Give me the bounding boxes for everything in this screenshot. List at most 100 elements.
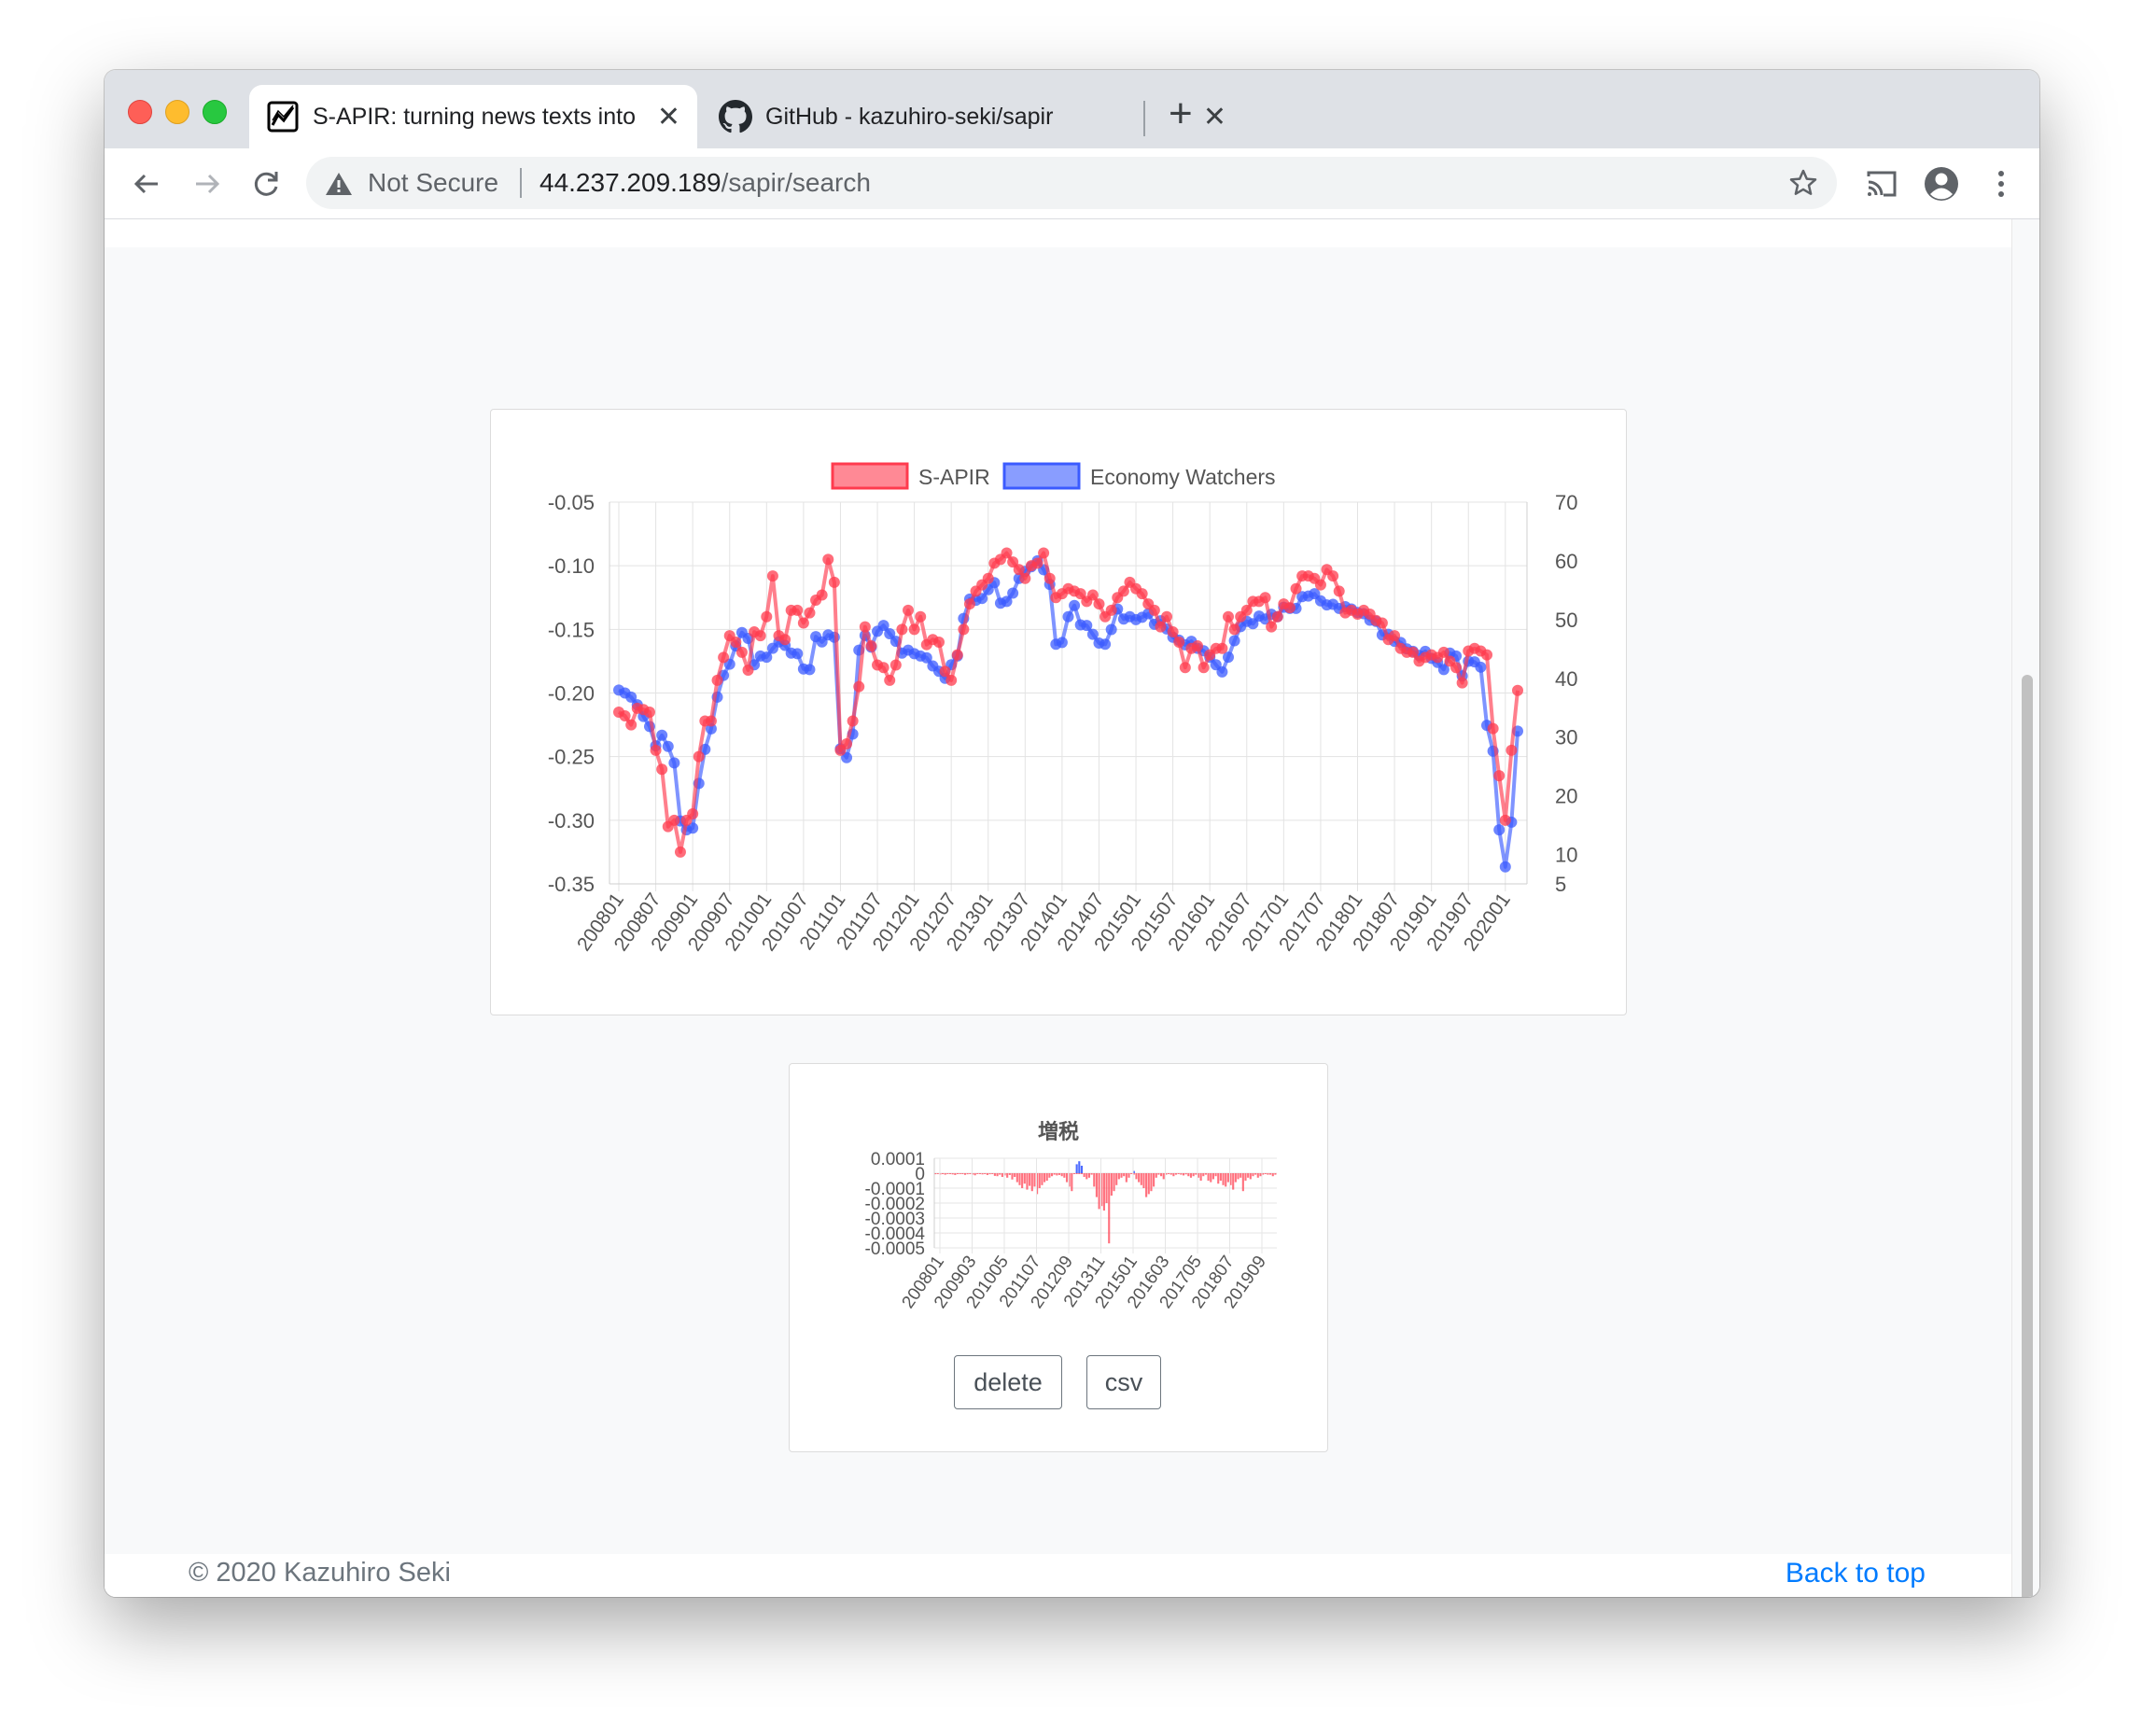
delete-button[interactable]: delete: [954, 1355, 1062, 1409]
bar: [1105, 1173, 1108, 1203]
bar: [1063, 1173, 1066, 1178]
scrollbar-thumb[interactable]: [2022, 675, 2033, 1597]
bar: [1026, 1173, 1029, 1190]
chart-title: 増税: [1038, 1120, 1079, 1144]
bar: [993, 1173, 996, 1176]
scrollbar[interactable]: [2011, 219, 2039, 1597]
bar: [1038, 1173, 1041, 1188]
bar: [1222, 1173, 1225, 1185]
bar: [1018, 1173, 1021, 1185]
data-point: [1481, 649, 1493, 661]
browser-toolbar: Not Secure 44.237.209.189/sapir/search: [105, 148, 2039, 219]
legend-swatch: [831, 462, 909, 490]
data-point: [754, 630, 766, 642]
data-point: [1148, 604, 1160, 616]
new-tab-button[interactable]: +: [1169, 91, 1193, 137]
legend-swatch: [1002, 462, 1081, 490]
data-point: [1093, 598, 1105, 610]
tab-close-icon[interactable]: ✕: [657, 101, 680, 133]
tab-sapir[interactable]: S-APIR: turning news texts into ✕: [249, 85, 697, 148]
legend-label: S-APIR: [918, 465, 990, 489]
profile-avatar-icon[interactable]: [1923, 165, 1960, 203]
data-point: [656, 729, 668, 741]
bar: [1212, 1173, 1214, 1180]
data-point: [1069, 599, 1081, 611]
bar: [1199, 1173, 1202, 1181]
data-point: [822, 553, 834, 566]
bar: [936, 1173, 939, 1174]
bar: [1115, 1173, 1118, 1185]
bar: [1060, 1173, 1063, 1177]
bar: [948, 1173, 952, 1174]
bar: [963, 1173, 967, 1175]
csv-button[interactable]: csv: [1086, 1355, 1161, 1409]
bar: [1267, 1173, 1269, 1175]
back-to-top-link[interactable]: Back to top: [1786, 1558, 1926, 1589]
tab-title: GitHub - kazuhiro-seki/sapir: [765, 103, 1054, 130]
data-point: [730, 636, 742, 648]
reload-icon[interactable]: [247, 165, 285, 203]
line-chart: S-APIR Economy Watchers -0.05 -0.10 -0.15 -0.…: [548, 462, 1577, 955]
cast-icon[interactable]: [1863, 165, 1900, 203]
bar: [1237, 1173, 1240, 1180]
menu-kebab-icon[interactable]: [1982, 165, 2020, 203]
close-window-button[interactable]: [128, 100, 152, 124]
data-point: [1333, 585, 1345, 597]
data-point: [766, 570, 778, 582]
bar: [1056, 1173, 1058, 1176]
bar: [1259, 1173, 1262, 1177]
data-point: [1499, 814, 1511, 826]
bar: [1167, 1173, 1170, 1174]
data-point: [1222, 610, 1234, 623]
bar: [1232, 1173, 1235, 1190]
bar: [1041, 1173, 1043, 1185]
data-point: [865, 640, 877, 652]
tab-github[interactable]: GitHub - kazuhiro-seki/sapir ✕: [702, 85, 1243, 148]
bar: [1113, 1173, 1115, 1192]
data-point: [1216, 642, 1228, 654]
data-point: [761, 610, 773, 623]
bar: [1249, 1173, 1252, 1180]
data-point: [1283, 602, 1296, 614]
data-point: [804, 664, 816, 676]
bar: [1117, 1173, 1120, 1180]
zoom-window-button[interactable]: [203, 100, 227, 124]
bar: [1153, 1173, 1156, 1187]
bar: [1234, 1173, 1237, 1183]
bookmark-star-icon[interactable]: [1788, 168, 1818, 198]
y-right-tick-label: 20: [1555, 785, 1577, 808]
url-text[interactable]: 44.237.209.189/sapir/search: [539, 168, 871, 198]
bar: [1155, 1173, 1157, 1178]
data-point: [1019, 572, 1031, 584]
bar: [951, 1173, 954, 1175]
bar: [1043, 1173, 1046, 1183]
copyright-text: © 2020 Kazuhiro Seki: [189, 1558, 451, 1588]
forward-arrow-icon[interactable]: [189, 165, 226, 203]
bar: [1120, 1173, 1123, 1178]
data-point: [903, 604, 915, 616]
data-point: [1100, 638, 1112, 651]
bar: [1160, 1173, 1163, 1177]
data-point: [1512, 684, 1523, 696]
tab-close-icon[interactable]: ✕: [1203, 101, 1226, 133]
data-point: [951, 649, 963, 661]
security-label[interactable]: Not Secure: [368, 168, 498, 198]
page-top-strip: [105, 219, 2011, 247]
y-tick-label: -0.0005: [865, 1239, 925, 1259]
bar: [1177, 1173, 1180, 1174]
data-point: [1259, 592, 1271, 604]
bar: [1147, 1173, 1150, 1195]
y-right-tick-label: 60: [1555, 550, 1577, 573]
bar: [1172, 1173, 1175, 1177]
bar: [1072, 1173, 1076, 1174]
address-bar[interactable]: Not Secure 44.237.209.189/sapir/search: [306, 157, 1837, 209]
bar: [1011, 1173, 1014, 1180]
minimize-window-button[interactable]: [165, 100, 189, 124]
back-arrow-icon[interactable]: [128, 165, 165, 203]
bar: [1217, 1173, 1220, 1184]
bar: [1150, 1173, 1153, 1192]
bar: [1098, 1173, 1100, 1210]
bar: [1252, 1173, 1254, 1177]
tab-title: S-APIR: turning news texts into: [313, 103, 636, 130]
data-point: [1179, 662, 1191, 674]
